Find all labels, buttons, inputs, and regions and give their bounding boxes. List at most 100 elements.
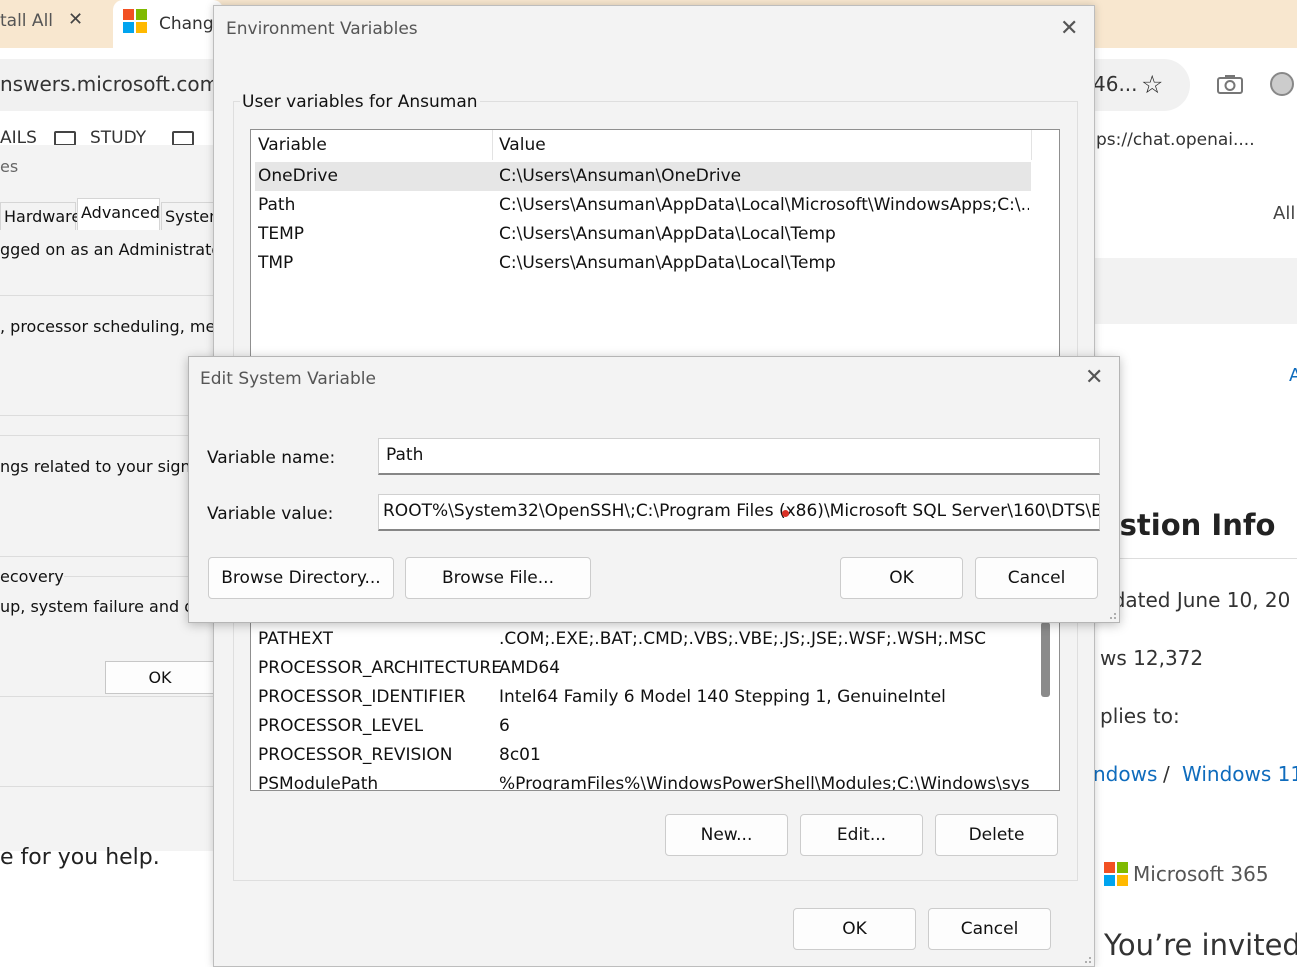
variable-name-input[interactable]: Path — [378, 438, 1100, 475]
microsoft-logo-icon — [123, 9, 147, 33]
ok-button[interactable]: OK — [105, 661, 215, 694]
variable-value: AMD64 — [499, 658, 561, 678]
table-row[interactable]: Path C:\Users\Ansuman\AppData\Local\Micr… — [255, 191, 1031, 220]
tab-label: tall All — [0, 11, 54, 31]
delete-button[interactable]: Delete — [935, 814, 1058, 856]
group-label: ecovery — [0, 567, 64, 586]
resize-grip-icon[interactable] — [1080, 952, 1092, 964]
applies-link[interactable]: Windows 11 — [1182, 762, 1297, 786]
table-row[interactable]: PATHEXT .COM;.EXE;.BAT;.CMD;.VBS;.VBE;.J… — [255, 625, 1031, 654]
browser-tab-inactive[interactable]: tall All ✕ — [0, 0, 110, 48]
dialog-title: es — [0, 157, 19, 176]
table-row[interactable]: PSModulePath %ProgramFiles%\WindowsPower… — [255, 770, 1031, 791]
variable-name: TEMP — [258, 224, 305, 244]
browse-file-button[interactable]: Browse File... — [405, 557, 591, 599]
profiles-text: ngs related to your sign-in — [0, 457, 212, 476]
table-row[interactable]: TMP C:\Users\Ansuman\AppData\Local\Temp — [255, 249, 1031, 278]
updated-text: pdated June 10, 20 — [1100, 588, 1291, 612]
column-divider[interactable] — [492, 130, 493, 160]
new-button[interactable]: New... — [665, 814, 788, 856]
resize-grip-icon[interactable] — [1105, 608, 1117, 620]
browse-directory-button[interactable]: Browse Directory... — [208, 557, 394, 599]
page-text: e for you help. — [0, 845, 160, 870]
divider — [0, 556, 214, 557]
applies-text: plies to: — [1100, 704, 1180, 728]
camera-icon[interactable] — [1217, 74, 1243, 94]
table-row[interactable]: PROCESSOR_ARCHITECTURE AMD64 — [255, 654, 1031, 683]
column-divider[interactable] — [1031, 130, 1032, 160]
bookmark-star-icon[interactable]: ☆ — [1141, 70, 1163, 99]
table-row[interactable]: OneDrive C:\Users\Ansuman\OneDrive — [255, 162, 1031, 191]
bookmark-item[interactable]: ps://chat.openai.... — [1096, 130, 1255, 150]
divider — [0, 696, 214, 697]
variable-name-label: Variable name: — [207, 448, 336, 468]
divider — [1095, 558, 1297, 559]
variable-name: Path — [258, 195, 296, 215]
variable-name: PATHEXT — [258, 629, 334, 649]
variable-name: OneDrive — [258, 166, 338, 186]
cursor-indicator — [782, 510, 789, 517]
column-header-variable[interactable]: Variable — [258, 135, 327, 155]
microsoft-logo-icon — [1104, 862, 1128, 886]
user-variables-list[interactable]: Variable Value OneDrive C:\Users\Ansuman… — [250, 129, 1060, 369]
m365-label: Microsoft 365 — [1133, 862, 1269, 886]
variable-value: C:\Users\Ansuman\AppData\Local\Microsoft… — [499, 195, 1029, 215]
variable-value: Intel64 Family 6 Model 140 Stepping 1, G… — [499, 687, 946, 707]
list-header: Variable Value — [251, 130, 1059, 160]
variable-value: %ProgramFiles%\WindowsPowerShell\Modules… — [499, 774, 1029, 791]
variable-name: PSModulePath — [258, 774, 379, 791]
variable-name: TMP — [258, 253, 294, 273]
variable-value: .COM;.EXE;.BAT;.CMD;.VBS;.VBE;.JS;.JSE;.… — [499, 629, 987, 649]
dialog-title: Environment Variables — [226, 19, 418, 39]
user-variables-label: User variables for Ansuman — [240, 92, 480, 112]
divider — [0, 295, 214, 296]
table-row[interactable]: PROCESSOR_REVISION 8c01 — [255, 741, 1031, 770]
column-header-value[interactable]: Value — [499, 135, 546, 155]
tab-system[interactable]: System — [161, 202, 214, 230]
variable-name: PROCESSOR_IDENTIFIER — [258, 687, 466, 707]
folder-icon — [172, 131, 194, 146]
invited-text: You’re invited t — [1104, 928, 1297, 962]
tab-close-icon[interactable]: ✕ — [68, 9, 83, 30]
dialog-title: Edit System Variable — [200, 369, 376, 389]
page-all-tab[interactable]: All — [1273, 203, 1295, 224]
variable-value: 8c01 — [499, 745, 541, 765]
variable-value: C:\Users\Ansuman\AppData\Local\Temp — [499, 253, 836, 273]
scrollbar-thumb[interactable] — [1041, 622, 1050, 697]
page-band — [1095, 258, 1297, 324]
admin-note: gged on as an Administrator to — [0, 240, 214, 259]
ok-button[interactable]: OK — [793, 908, 916, 950]
table-row[interactable]: TEMP C:\Users\Ansuman\AppData\Local\Temp — [255, 220, 1031, 249]
separator: / — [1163, 762, 1170, 786]
variable-name: PROCESSOR_LEVEL — [258, 716, 424, 736]
variable-value: C:\Users\Ansuman\OneDrive — [499, 166, 742, 186]
tab-hardware[interactable]: Hardware — [0, 202, 81, 230]
tab-advanced[interactable]: Advanced — [77, 198, 160, 230]
folder-icon — [54, 131, 76, 146]
variable-value-input[interactable]: ROOT%\System32\OpenSSH\;C:\Program Files… — [378, 494, 1100, 531]
variable-name: PROCESSOR_ARCHITECTURE — [258, 658, 502, 678]
variable-value: 6 — [499, 716, 510, 736]
table-row[interactable]: PROCESSOR_LEVEL 6 — [255, 712, 1031, 741]
variable-name: PROCESSOR_REVISION — [258, 745, 453, 765]
url-suffix: 46... — [1093, 72, 1138, 96]
system-properties-dialog: es Hardware Advanced System gged on as a… — [0, 145, 215, 851]
variable-value: C:\Users\Ansuman\AppData\Local\Temp — [499, 224, 836, 244]
page-link[interactable]: A — [1289, 365, 1297, 386]
variable-value-label: Variable value: — [207, 504, 334, 524]
cancel-button[interactable]: Cancel — [928, 908, 1051, 950]
recovery-text: up, system failure and debu — [0, 597, 215, 616]
divider — [0, 415, 214, 416]
edit-system-variable-dialog: Edit System Variable ✕ Variable name: Pa… — [188, 356, 1120, 623]
views-text: ws 12,372 — [1100, 646, 1204, 670]
table-row[interactable]: PROCESSOR_IDENTIFIER Intel64 Family 6 Mo… — [255, 683, 1031, 712]
performance-text: , processor scheduling, memor — [0, 317, 215, 336]
profile-avatar-icon[interactable] — [1270, 72, 1294, 96]
edit-button[interactable]: Edit... — [800, 814, 923, 856]
cancel-button[interactable]: Cancel — [975, 557, 1098, 599]
ok-button[interactable]: OK — [840, 557, 963, 599]
close-icon[interactable]: ✕ — [1060, 18, 1078, 40]
applies-link[interactable]: ndows — [1093, 762, 1157, 786]
close-icon[interactable]: ✕ — [1085, 367, 1103, 389]
divider — [0, 786, 214, 787]
